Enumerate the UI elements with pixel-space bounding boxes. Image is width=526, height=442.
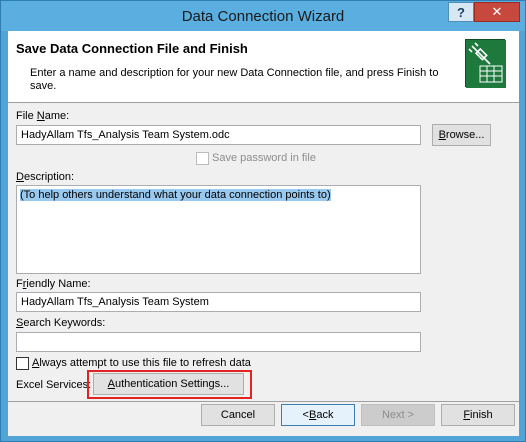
step-title: Save Data Connection File and Finish <box>16 41 248 56</box>
file-name-input[interactable]: HadyAllam Tfs_Analysis Team System.odc <box>16 125 421 145</box>
search-keywords-label: Search Keywords: <box>16 317 106 329</box>
help-button[interactable]: ? <box>448 2 474 22</box>
next-button[interactable]: Next > <box>361 404 435 426</box>
browse-button[interactable]: Browse... <box>432 124 491 146</box>
description-text: (To help others understand what your dat… <box>20 189 331 201</box>
cancel-button[interactable]: Cancel <box>201 404 275 426</box>
save-password-label: Save password in file <box>212 152 316 164</box>
data-connection-icon <box>465 39 506 88</box>
wizard-body: Save Data Connection File and Finish Ent… <box>8 31 519 436</box>
back-button[interactable]: < Back <box>281 404 355 426</box>
title-bar: Data Connection Wizard ? ✕ <box>1 1 525 31</box>
file-name-label: File Name: <box>16 110 70 122</box>
close-button[interactable]: ✕ <box>474 2 520 22</box>
finish-button[interactable]: Finish <box>441 404 515 426</box>
excel-services-label: Excel Services: <box>16 379 92 391</box>
footer-separator <box>8 401 519 402</box>
friendly-name-label: Friendly Name: <box>16 278 91 290</box>
always-attempt-label: Always attempt to use this file to refre… <box>32 357 251 369</box>
friendly-name-input[interactable]: HadyAllam Tfs_Analysis Team System <box>16 292 421 312</box>
wizard-header: Save Data Connection File and Finish Ent… <box>8 31 519 103</box>
always-attempt-checkbox[interactable] <box>16 357 29 370</box>
description-label: Description: <box>16 171 75 183</box>
description-textarea[interactable]: (To help others understand what your dat… <box>16 185 421 274</box>
step-description: Enter a name and description for your ne… <box>30 67 439 92</box>
authentication-settings-button[interactable]: Authentication Settings... <box>93 373 244 395</box>
save-password-checkbox[interactable] <box>196 152 209 165</box>
window-title: Data Connection Wizard <box>181 8 345 25</box>
wizard-window: Data Connection Wizard ? ✕ Save Data Con… <box>0 0 526 442</box>
search-keywords-input[interactable] <box>16 332 421 352</box>
